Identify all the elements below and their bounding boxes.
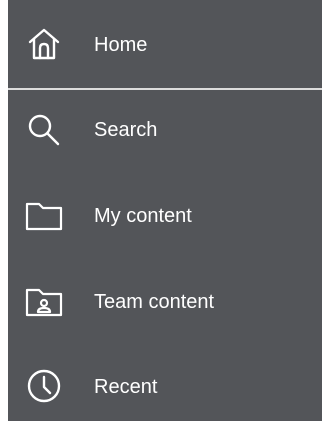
- nav-item-team-content[interactable]: Team content: [8, 262, 322, 348]
- nav-label-search: Search: [94, 119, 158, 141]
- nav-label-recent: Recent: [94, 376, 158, 398]
- nav-label-team-content: Team content: [94, 291, 215, 313]
- nav-label-my-content: My content: [94, 205, 192, 227]
- nav-label-home: Home: [94, 34, 148, 56]
- nav-item-my-content[interactable]: My content: [8, 176, 322, 262]
- team-folder-icon: [24, 282, 64, 322]
- nav-item-recent[interactable]: Recent: [8, 348, 322, 421]
- nav-item-home[interactable]: Home: [8, 0, 322, 88]
- nav-item-search[interactable]: Search: [8, 90, 322, 176]
- search-icon: [24, 110, 64, 150]
- home-icon: [24, 24, 64, 64]
- side-nav: Home Search My content Team content Rece…: [8, 0, 322, 421]
- folder-icon: [24, 196, 64, 236]
- clock-icon: [24, 366, 64, 406]
